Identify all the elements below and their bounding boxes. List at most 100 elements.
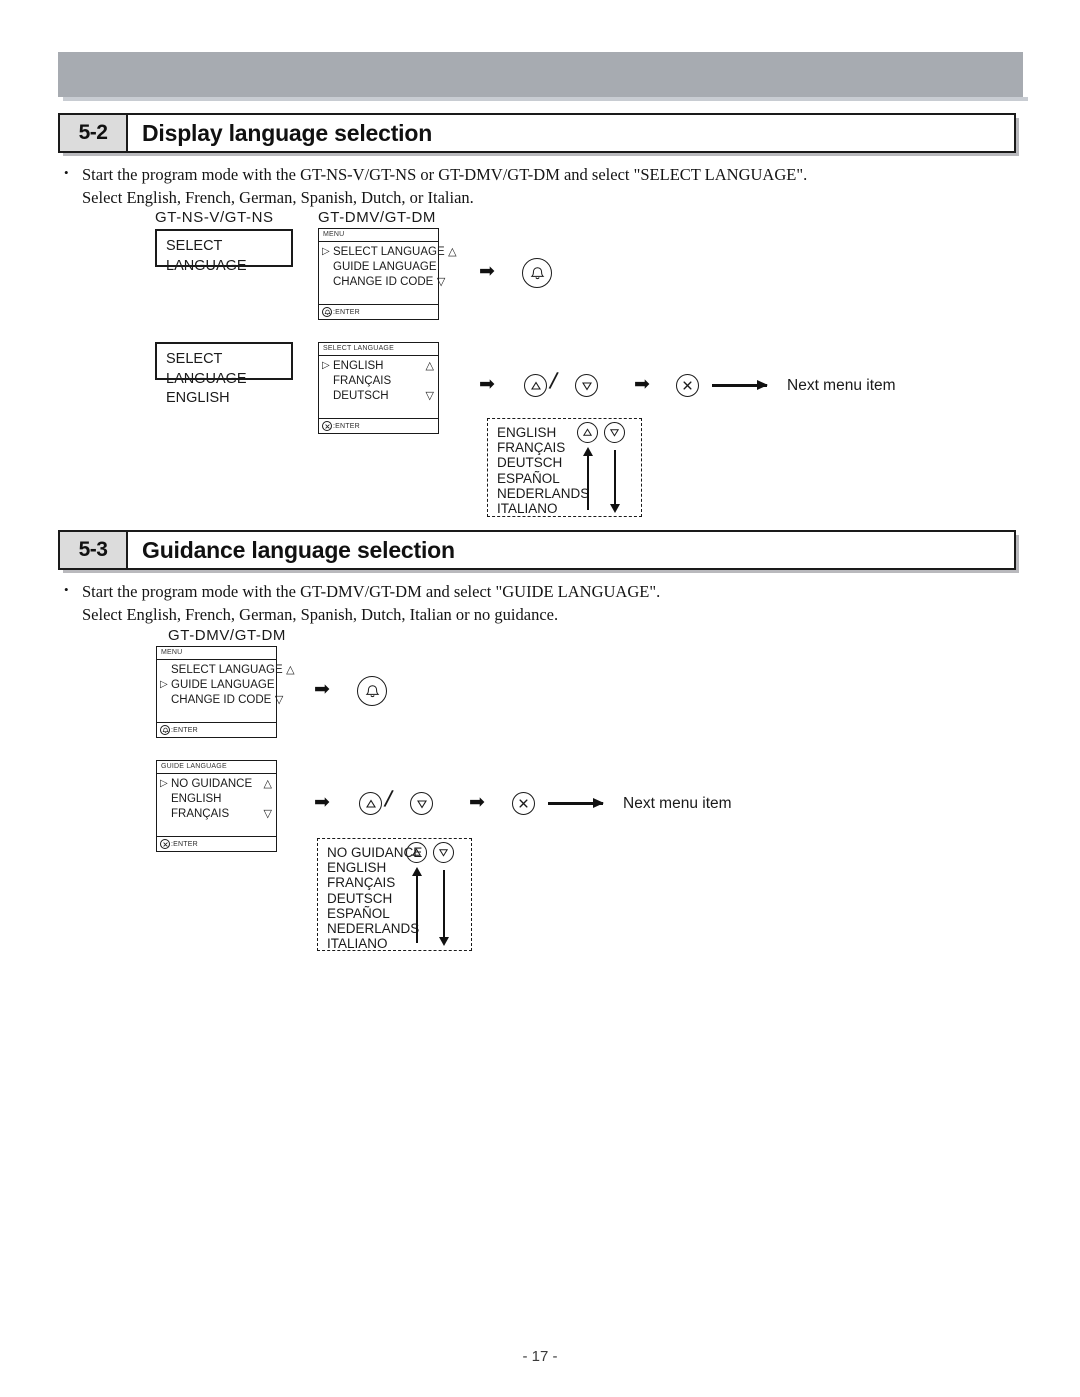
guidance-list-scroll-keys bbox=[406, 842, 454, 863]
lcd-row-label: CHANGE ID CODE bbox=[171, 693, 272, 706]
x-button-icon bbox=[322, 421, 332, 431]
lcd-menu-row: ▷ ENGLISH △ bbox=[322, 359, 434, 374]
lcd-menu-row: CHANGE ID CODE ▽ bbox=[160, 693, 283, 708]
lcd-menu-row: ENGLISH bbox=[160, 792, 272, 807]
lcd-menu-4-footer-label: :ENTER bbox=[171, 840, 198, 848]
lcd-row-label: CHANGE ID CODE bbox=[333, 275, 434, 288]
up-button-icon bbox=[577, 422, 598, 443]
lcd-row-label: FRANÇAIS bbox=[171, 807, 230, 820]
lcd-menu-2-rows: ▷ ENGLISH △ FRANÇAIS DEUTSCH ▽ bbox=[319, 356, 438, 418]
lcd-menu-2-title: SELECT LANGUAGE bbox=[319, 343, 438, 356]
bullet-icon: • bbox=[64, 165, 69, 180]
scroll-down-direction-line-2 bbox=[439, 870, 449, 946]
scroll-up-icon: △ bbox=[263, 778, 272, 791]
scroll-up-icon: △ bbox=[425, 360, 434, 373]
key-separator-slash-1: / bbox=[547, 367, 560, 396]
lcd-menu-row: ▷ SELECT LANGUAGE △ bbox=[322, 245, 457, 260]
language-item: DEUTSCH bbox=[497, 455, 563, 471]
flow-arrow-6: ➡ bbox=[469, 792, 485, 813]
lcd-menu-main-select-language: MENU ▷ SELECT LANGUAGE △ GUIDE LANGUAGE … bbox=[318, 228, 457, 320]
lcd-menu-row: FRANÇAIS ▽ bbox=[160, 807, 272, 822]
section-title-5-3: Guidance language selection bbox=[142, 536, 455, 563]
next-menu-item-label-2: Next menu item bbox=[623, 795, 732, 812]
lcd-menu-row: ▷ NO GUIDANCE △ bbox=[160, 777, 272, 792]
lcd-row-label: NO GUIDANCE bbox=[171, 777, 253, 790]
scroll-down-icon: ▽ bbox=[436, 276, 446, 289]
lcd-menu-3-footer: :ENTER bbox=[157, 722, 276, 737]
section-5-3-paragraph: • Start the program mode with the GT-DMV… bbox=[64, 580, 982, 627]
call-button-key-1 bbox=[522, 258, 552, 288]
flow-arrow-long-2 bbox=[548, 798, 604, 808]
lcd-menu-4-footer: :ENTER bbox=[157, 836, 276, 851]
language-item: NEDERLANDS bbox=[497, 485, 590, 501]
section-5-3-line2: Select English, French, German, Spanish,… bbox=[82, 605, 559, 625]
cursor-icon: ▷ bbox=[160, 678, 168, 690]
lcd-menu-row: FRANÇAIS bbox=[322, 374, 434, 389]
lcd-row-label: DEUTSCH bbox=[333, 389, 389, 402]
lcd-simple-2-line1: SELECT LANGUAGE bbox=[166, 351, 247, 387]
x-button-key-1 bbox=[676, 374, 699, 397]
section-heading-5-3: 5-3 Guidance language selection bbox=[58, 530, 1016, 570]
section-title-5-2: Display language selection bbox=[142, 119, 433, 146]
lcd-menu-1-footer: :ENTER bbox=[319, 304, 438, 319]
section-5-3-line1: Start the program mode with the GT-DMV/G… bbox=[82, 582, 661, 601]
scroll-up-icon: △ bbox=[448, 246, 457, 259]
lcd-menu-select-language-list: SELECT LANGUAGE ▷ ENGLISH △ FRANÇAIS DEU… bbox=[318, 342, 439, 434]
bullet-icon: • bbox=[64, 582, 69, 597]
page-header-bar-shadow bbox=[63, 97, 1028, 101]
scroll-down-icon: ▽ bbox=[263, 808, 272, 821]
display-list-scroll-keys bbox=[577, 422, 625, 443]
lcd-menu-3-rows: SELECT LANGUAGE △ ▷ GUIDE LANGUAGE CHANG… bbox=[157, 660, 295, 722]
language-item: ESPAÑOL bbox=[497, 470, 560, 486]
x-button-key-2 bbox=[512, 792, 535, 815]
down-button-key-2 bbox=[410, 792, 433, 815]
lcd-menu-2-footer-label: :ENTER bbox=[333, 422, 360, 430]
lcd-menu-3-footer-label: :ENTER bbox=[171, 726, 198, 734]
lcd-menu-row: SELECT LANGUAGE △ bbox=[160, 663, 295, 678]
x-button-icon bbox=[160, 839, 170, 849]
lcd-menu-2-footer: :ENTER bbox=[319, 418, 438, 433]
lcd-simple-select-language-english: SELECT LANGUAGE ENGLISH bbox=[155, 342, 293, 406]
scroll-down-icon: ▽ bbox=[425, 390, 434, 403]
key-separator-slash-2: / bbox=[382, 785, 395, 814]
lcd-menu-row: CHANGE ID CODE ▽ bbox=[322, 275, 445, 290]
section-5-2-paragraph: • Start the program mode with the GT-NS-… bbox=[64, 163, 982, 210]
lcd-menu-1-rows: ▷ SELECT LANGUAGE △ GUIDE LANGUAGE CHANG… bbox=[319, 242, 457, 304]
lcd-menu-guide-language-list: GUIDE LANGUAGE ▷ NO GUIDANCE △ ENGLISH F… bbox=[156, 760, 277, 852]
up-button-key-1 bbox=[524, 374, 547, 397]
lcd-menu-4-title: GUIDE LANGUAGE bbox=[157, 761, 276, 774]
down-button-key-1 bbox=[575, 374, 598, 397]
lcd-menu-1-footer-label: :ENTER bbox=[333, 308, 360, 316]
next-menu-item-label-1: Next menu item bbox=[787, 377, 896, 394]
device-label-ns: GT-NS-V/GT-NS bbox=[155, 209, 274, 226]
lcd-menu-row: GUIDE LANGUAGE bbox=[322, 260, 437, 275]
lcd-simple-2-line2: ENGLISH bbox=[166, 390, 230, 407]
lcd-menu-1-title: MENU bbox=[319, 229, 438, 242]
down-button-icon bbox=[604, 422, 625, 443]
page-header-bar bbox=[58, 52, 1023, 97]
call-button-icon bbox=[160, 725, 170, 735]
page-number: - 17 - bbox=[522, 1348, 558, 1365]
lcd-simple-1-line1: SELECT LANGUAGE bbox=[166, 238, 247, 274]
lcd-row-label: ENGLISH bbox=[171, 792, 222, 805]
flow-arrow-3: ➡ bbox=[634, 374, 650, 395]
down-button-icon bbox=[433, 842, 454, 863]
lcd-row-label: ENGLISH bbox=[333, 359, 384, 372]
up-button-icon bbox=[406, 842, 427, 863]
flow-arrow-long-1 bbox=[712, 380, 768, 390]
up-button-key-2 bbox=[359, 792, 382, 815]
scroll-up-direction-line-1 bbox=[583, 447, 593, 510]
lcd-menu-row: ▷ GUIDE LANGUAGE bbox=[160, 678, 275, 693]
scroll-down-direction-line-1 bbox=[610, 450, 620, 513]
call-button-key-2 bbox=[357, 676, 387, 706]
lcd-menu-4-rows: ▷ NO GUIDANCE △ ENGLISH FRANÇAIS ▽ bbox=[157, 774, 276, 836]
scroll-down-icon: ▽ bbox=[274, 694, 284, 707]
cursor-icon: ▷ bbox=[322, 245, 330, 257]
section-heading-5-2: 5-2 Display language selection bbox=[58, 113, 1016, 153]
flow-arrow-2: ➡ bbox=[479, 374, 495, 395]
lcd-row-label: SELECT LANGUAGE bbox=[171, 663, 283, 676]
cursor-icon: ▷ bbox=[322, 359, 330, 371]
section-5-2-line2: Select English, French, German, Spanish,… bbox=[82, 188, 474, 208]
call-button-icon bbox=[322, 307, 332, 317]
section-number-5-2: 5-2 bbox=[60, 115, 128, 151]
